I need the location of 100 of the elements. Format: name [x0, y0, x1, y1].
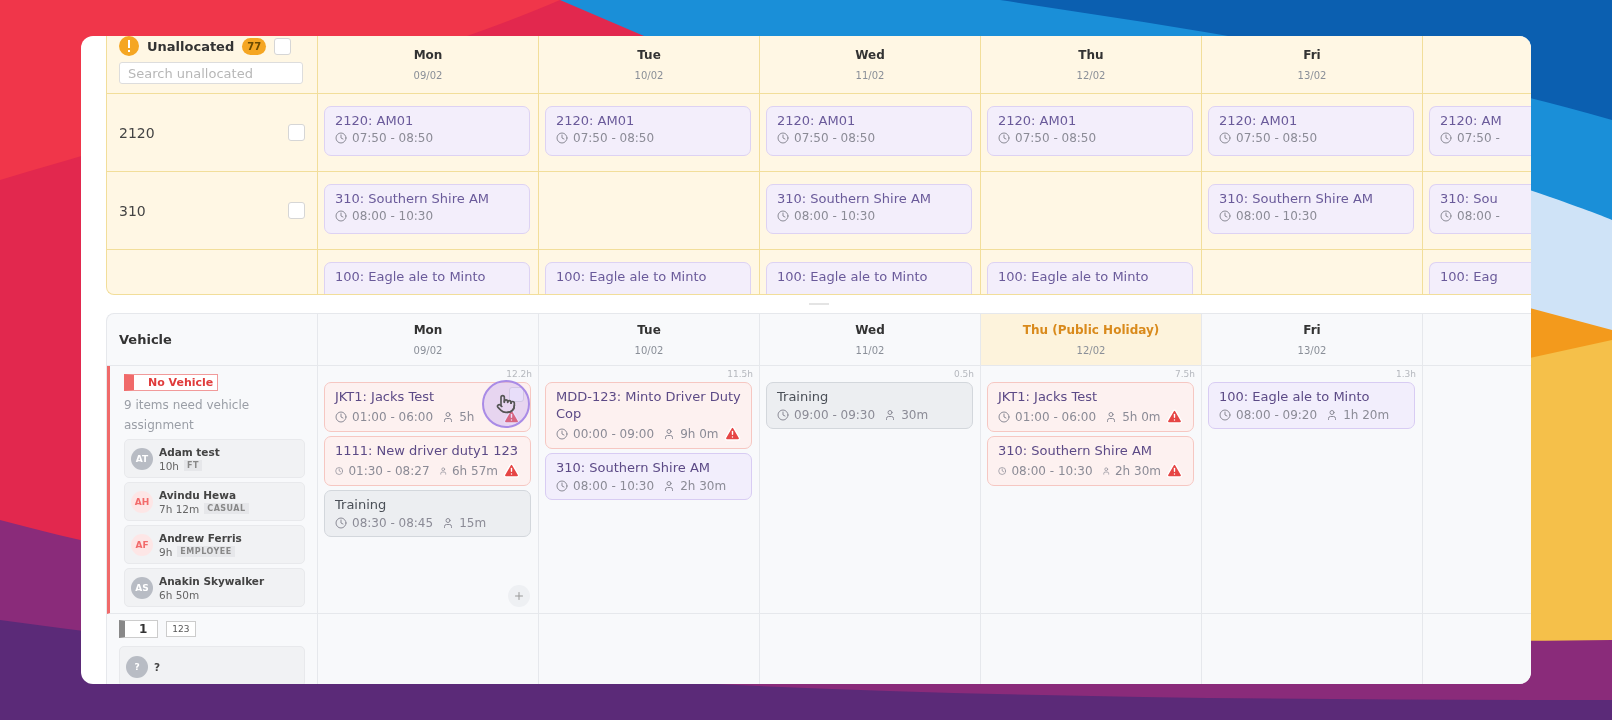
- clock-icon: [1219, 132, 1231, 144]
- day-date: 09/02: [413, 70, 443, 81]
- shift-time: 07:50 - 08:50: [794, 131, 876, 145]
- shift-card[interactable]: 100: Eagle ale to Minto: [766, 262, 972, 294]
- shift-card[interactable]: 2120: AM01 07:50 - 08:50: [987, 106, 1193, 156]
- driver-name: Avindu Hewa: [159, 488, 237, 501]
- driver-card[interactable]: ? ?: [119, 646, 305, 684]
- clock-icon: [335, 410, 347, 423]
- shift-card[interactable]: 2120: AM01 07:50 - 08:50: [1208, 106, 1414, 156]
- shift-card[interactable]: JKT1: Jacks Test 01:00 - 06:00 5h 0m: [987, 382, 1194, 432]
- person-icon: [1105, 410, 1118, 423]
- employment-tag: EMPLOYEE: [177, 546, 235, 557]
- day-name: Fri: [1303, 323, 1321, 337]
- shift-duration: 6h 57m: [451, 463, 498, 478]
- shift-title: 2120: AM01: [556, 113, 636, 128]
- shift-time: 08:30 - 08:45: [352, 516, 434, 530]
- column-heading: Vehicle: [119, 332, 173, 347]
- shift-card[interactable]: 310: Southern Shire AM 08:00 - 10:30 2h 30m: [545, 453, 752, 500]
- driver-hours: 7h 12m: [159, 502, 200, 515]
- clock-icon: [335, 517, 347, 529]
- shift-time: 01:00 - 06:00: [352, 409, 434, 424]
- checkbox[interactable]: [288, 124, 305, 141]
- warning-icon: [119, 36, 139, 56]
- day-name: Tue: [637, 323, 661, 337]
- shift-card[interactable]: 2120: AM 07:50 -: [1429, 106, 1531, 156]
- driver-name: Andrew Ferris: [159, 531, 242, 544]
- shift-card[interactable]: 1111: New driver duty1 123 01:30 - 08:27 6h 57m: [324, 436, 531, 486]
- shift-card[interactable]: JKT1: Jacks Test 01:00 - 06:00 5h: [324, 382, 531, 432]
- shift-title: 310: Southern Shire AM: [335, 191, 490, 206]
- shift-title: 100: Eagle ale to Minto: [556, 269, 708, 284]
- shift-card[interactable]: 310: Southern Shire AM 08:00 - 10:30: [324, 184, 530, 234]
- shift-card[interactable]: 2120: AM01 07:50 - 08:50: [545, 106, 751, 156]
- hours-total: 12.2h: [506, 369, 532, 379]
- clock-icon: [998, 464, 1007, 477]
- shift-duration: 5h: [459, 409, 475, 424]
- shift-duration: 30m: [901, 408, 929, 422]
- shift-card[interactable]: 100: Eagle ale to Minto: [987, 262, 1193, 294]
- shift-card[interactable]: 100: Eagle ale to Minto: [324, 262, 530, 294]
- no-vehicle-badge: No Vehicle: [124, 374, 219, 391]
- clock-icon: [998, 132, 1010, 144]
- shift-duration: 9h 0m: [680, 426, 719, 441]
- person-icon: [1326, 409, 1339, 421]
- shift-title: JKT1: Jacks Test: [998, 388, 1098, 405]
- shift-time: 07:50 -: [1457, 131, 1500, 145]
- vehicle-code[interactable]: 123: [166, 621, 196, 637]
- vehicle-number[interactable]: 1: [119, 620, 159, 638]
- shift-card[interactable]: 310: Sou 08:00 -: [1429, 184, 1531, 234]
- person-icon: [442, 517, 455, 529]
- checkbox[interactable]: [274, 37, 292, 55]
- day-date: 12/02: [1076, 345, 1106, 356]
- day-name: Wed: [855, 323, 885, 337]
- shift-time: 00:00 - 09:00: [573, 426, 655, 441]
- shift-time: 08:00 - 10:30: [794, 209, 876, 223]
- shift-card[interactable]: Training 08:30 - 08:45 15m: [324, 490, 531, 537]
- shift-time: 08:00 - 10:30: [352, 209, 434, 223]
- checkbox[interactable]: [509, 387, 524, 402]
- shift-card[interactable]: 2120: AM01 07:50 - 08:50: [324, 106, 530, 156]
- day-name: Fri: [1303, 48, 1321, 62]
- route-label: 310: [119, 202, 146, 219]
- clock-icon: [777, 210, 789, 222]
- shift-card[interactable]: 100: Eagle ale to Minto 08:00 - 09:20 1h 20m: [1208, 382, 1415, 429]
- shift-card[interactable]: 310: Southern Shire AM 08:00 - 10:30: [1208, 184, 1414, 234]
- search-field[interactable]: Search unallocated: [119, 62, 303, 84]
- checkbox[interactable]: [288, 202, 305, 219]
- clock-icon: [777, 132, 789, 144]
- hours-total: 11.5h: [727, 369, 753, 379]
- clock-icon: [335, 464, 344, 477]
- shift-time: 01:00 - 06:00: [1015, 409, 1097, 424]
- shift-card[interactable]: MDD-123: Minto Driver Duty Cop 00:00 - 09:00 9h 0m: [545, 382, 752, 449]
- shift-title: 2120: AM01: [1219, 113, 1299, 128]
- person-icon: [663, 480, 676, 492]
- shift-time: 07:50 - 08:50: [352, 131, 434, 145]
- driver-card[interactable]: AT Adam test 10h FT: [124, 439, 305, 478]
- shift-card[interactable]: 310: Southern Shire AM 08:00 - 10:30: [766, 184, 972, 234]
- avatar: AT: [131, 447, 153, 470]
- shift-card[interactable]: 2120: AM01 07:50 - 08:50: [766, 106, 972, 156]
- day-name: Wed: [855, 48, 885, 62]
- driver-hours: 9h: [159, 545, 173, 558]
- day-name: Thu: [1078, 48, 1104, 62]
- day-date: 09/02: [413, 345, 443, 356]
- clock-icon: [1219, 409, 1231, 421]
- count-badge: 77: [242, 37, 267, 55]
- shift-title: MDD-123: Minto Driver Duty Cop: [556, 388, 741, 422]
- clock-icon: [556, 427, 568, 440]
- shift-card[interactable]: Training 09:00 - 09:30 30m: [766, 382, 973, 429]
- shift-card[interactable]: 100: Eagle ale to Minto: [545, 262, 751, 294]
- shift-card[interactable]: 100: Eag: [1429, 262, 1531, 294]
- shift-card[interactable]: 310: Southern Shire AM 08:00 - 10:30 2h 30m: [987, 436, 1194, 486]
- driver-name: Adam test: [159, 445, 220, 458]
- shift-time: 08:00 - 10:30: [1236, 209, 1318, 223]
- clock-icon: [998, 410, 1010, 423]
- hours-total: 0.5h: [953, 369, 974, 379]
- avatar: ?: [126, 655, 148, 678]
- clock-icon: [777, 409, 789, 421]
- shift-time: 07:50 - 08:50: [573, 131, 655, 145]
- add-button[interactable]: [508, 585, 530, 607]
- shift-time: 07:50 - 08:50: [1236, 131, 1318, 145]
- day-name: Tue: [637, 48, 661, 62]
- shift-time: 08:00 - 09:20: [1236, 408, 1318, 422]
- driver-name: ?: [154, 660, 161, 673]
